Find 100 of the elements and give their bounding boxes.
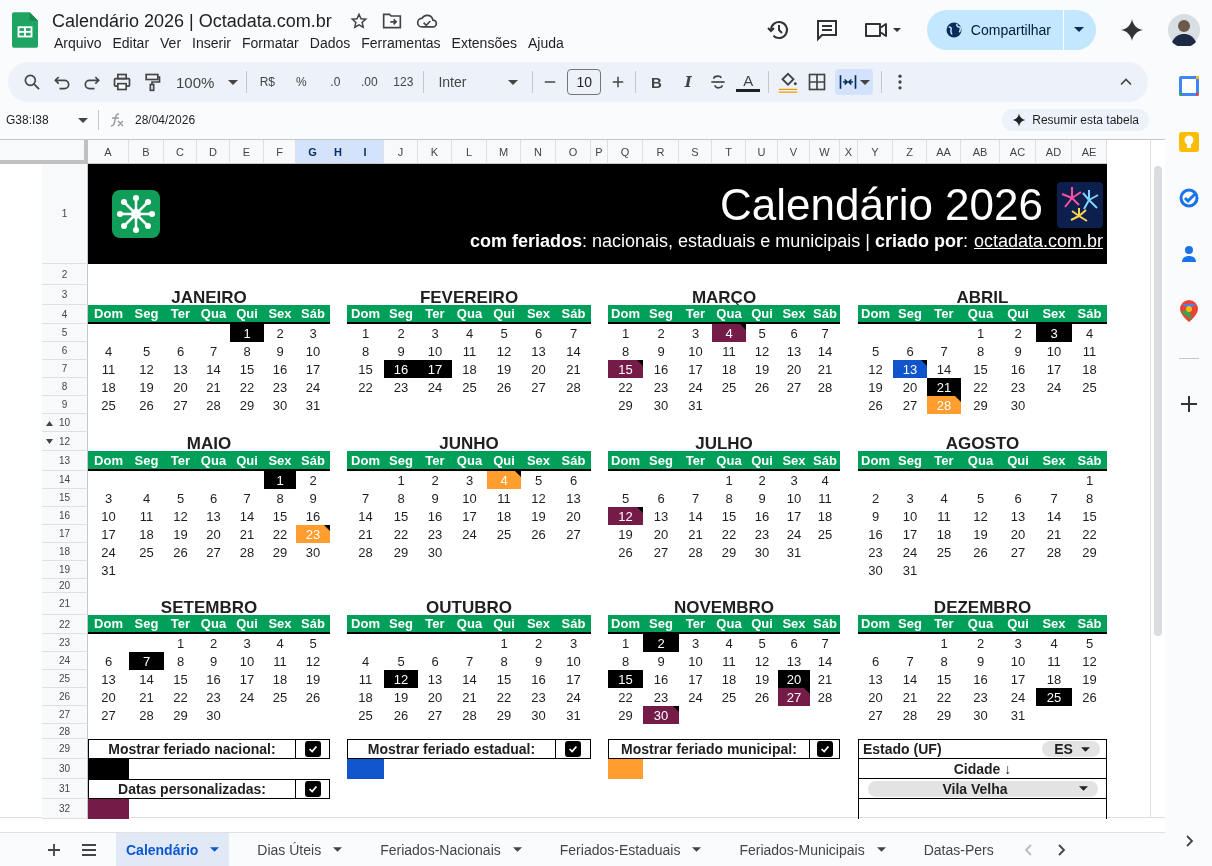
menu-item[interactable]: Formatar [239, 33, 305, 52]
column-header[interactable]: Z [893, 140, 927, 164]
plus-icon[interactable] [1179, 395, 1198, 413]
column-header[interactable]: AA [927, 140, 961, 164]
column-header[interactable]: W [810, 140, 840, 164]
fold-arrow-icon[interactable] [46, 439, 53, 444]
column-header[interactable]: L [452, 140, 487, 164]
column-header[interactable]: G [296, 140, 330, 164]
row-header[interactable]: 24 [42, 652, 88, 670]
number-format-button[interactable]: .0 [323, 75, 348, 89]
column-header[interactable]: R [643, 140, 679, 164]
row-header[interactable]: 22 [42, 615, 88, 634]
sheet-tab[interactable]: Calendário [116, 833, 230, 866]
row-header[interactable]: 15 [42, 489, 88, 507]
row-header[interactable]: 1 [42, 164, 88, 264]
column-header[interactable]: M [487, 140, 521, 164]
menu-item[interactable]: Inserir [190, 33, 237, 52]
column-header[interactable]: E [230, 140, 264, 164]
text-style-button[interactable]: B [644, 73, 669, 91]
share-button[interactable]: Compartilhar [926, 10, 1096, 50]
column-header[interactable]: D [197, 140, 230, 164]
document-title[interactable]: Calendário 2026 | Octadata.com.br [52, 10, 332, 32]
column-header[interactable]: AE [1072, 140, 1107, 164]
map-pin-icon[interactable] [1179, 300, 1198, 322]
sheet-tab[interactable]: Feriados-Estaduais [549, 833, 712, 866]
sheet-tab[interactable]: Dias Úteis [247, 833, 353, 866]
row-header[interactable]: 31 [42, 779, 88, 799]
number-format-button[interactable]: 123 [391, 75, 416, 89]
row-header[interactable]: 17 [42, 525, 88, 543]
row-header[interactable]: 19 [42, 561, 88, 579]
tasks-icon[interactable] [1178, 188, 1199, 208]
menu-item[interactable]: Extensões [449, 33, 523, 52]
column-header[interactable]: B [129, 140, 164, 164]
print-icon[interactable] [112, 72, 132, 92]
state-dropdown[interactable]: ES [1042, 741, 1100, 757]
checkbox[interactable] [565, 741, 581, 757]
name-box[interactable]: G38:I38 [6, 113, 88, 127]
column-header[interactable]: U [746, 140, 778, 164]
column-header[interactable]: C [164, 140, 197, 164]
summarize-button[interactable]: Resumir esta tabela [1002, 109, 1149, 131]
sheet-tab[interactable]: Feriados-Nacionais [370, 833, 532, 866]
font-size-field[interactable]: 10 [567, 69, 602, 95]
column-header[interactable]: Q [608, 140, 643, 164]
row-header[interactable]: 16 [42, 507, 88, 525]
menu-item[interactable]: Dados [307, 33, 357, 52]
column-header[interactable]: AD [1036, 140, 1072, 164]
sheets-logo-icon[interactable] [12, 12, 38, 48]
column-header[interactable]: N [521, 140, 556, 164]
add-sheet-icon[interactable] [46, 841, 62, 858]
column-header[interactable]: AC [1000, 140, 1036, 164]
sheet-tab[interactable]: Feriados-Municipais [729, 833, 896, 866]
number-format-button[interactable]: R$ [255, 75, 280, 89]
scrollbar[interactable] [1154, 166, 1162, 636]
column-header[interactable]: V [778, 140, 810, 164]
row-header[interactable]: 10 [42, 414, 88, 432]
row-header[interactable]: 27 [42, 706, 88, 724]
row-header[interactable]: 5 [42, 324, 88, 342]
column-header[interactable]: S [679, 140, 712, 164]
website-link[interactable]: octadata.com.br [973, 230, 1103, 252]
row-header[interactable]: 7 [42, 360, 88, 378]
row-header[interactable]: 12 [42, 432, 88, 451]
row-header[interactable]: 13 [42, 451, 88, 471]
row-header[interactable]: 14 [42, 471, 88, 489]
text-style-button[interactable]: I [676, 73, 701, 91]
comment-icon[interactable] [814, 18, 839, 42]
row-header[interactable]: 18 [42, 543, 88, 561]
sheet-tab[interactable]: Datas-Pers [913, 833, 1004, 866]
column-header[interactable]: O [556, 140, 591, 164]
row-header[interactable]: 29 [42, 739, 88, 759]
search-icon[interactable] [22, 72, 42, 92]
row-header[interactable]: 8 [42, 378, 88, 396]
menu-item[interactable]: Ferramentas [359, 33, 447, 52]
borders-icon[interactable] [807, 72, 828, 92]
row-header[interactable]: 20 [42, 579, 88, 593]
font-select[interactable]: Inter [432, 74, 525, 90]
column-header[interactable]: P [591, 140, 608, 164]
menu-item[interactable]: Editar [110, 33, 156, 52]
column-header[interactable]: I [347, 140, 384, 164]
formula-field[interactable]: 28/04/2026 [135, 113, 196, 127]
cloud-check-icon[interactable] [415, 12, 438, 30]
menu-item[interactable]: Ver [158, 33, 188, 52]
row-header[interactable]: 4 [42, 305, 88, 324]
column-header[interactable]: Y [858, 140, 893, 164]
column-header[interactable]: J [384, 140, 418, 164]
column-header[interactable]: F [264, 140, 296, 164]
checkbox[interactable] [304, 741, 321, 757]
row-header[interactable]: 28 [42, 724, 88, 739]
column-header[interactable]: A [88, 140, 129, 164]
star-icon[interactable] [349, 12, 368, 30]
column-header[interactable]: H [330, 140, 347, 164]
merge-cells-button[interactable] [835, 69, 874, 95]
column-header[interactable]: K [418, 140, 452, 164]
calendar-app-icon[interactable] [1178, 76, 1199, 96]
checkbox[interactable] [816, 741, 833, 757]
menu-icon[interactable] [80, 841, 98, 858]
row-header[interactable]: 23 [42, 634, 88, 652]
avatar-icon[interactable] [1168, 14, 1200, 46]
history-icon[interactable] [766, 18, 791, 42]
sparkle-icon[interactable] [1120, 18, 1144, 42]
menu-item[interactable]: Arquivo [52, 33, 108, 52]
